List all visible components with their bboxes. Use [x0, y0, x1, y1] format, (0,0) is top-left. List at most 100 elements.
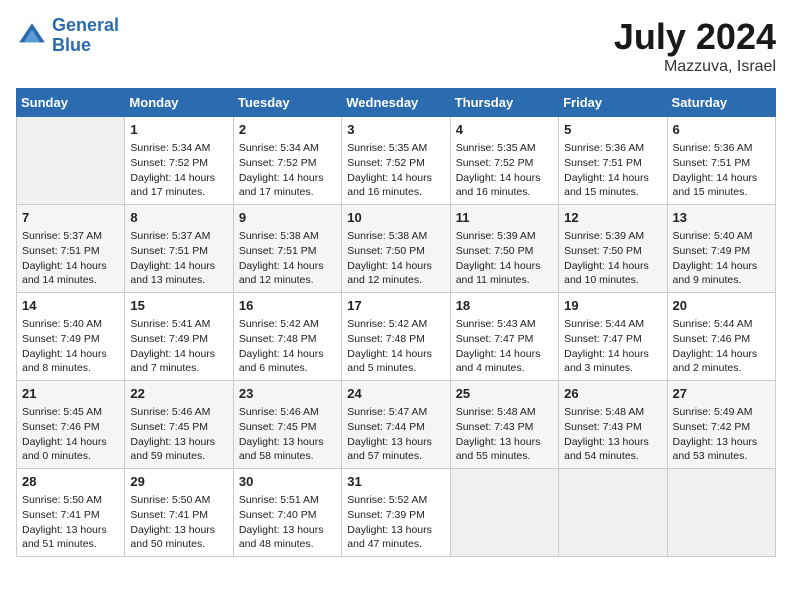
- day-info: Sunrise: 5:44 AM Sunset: 7:47 PM Dayligh…: [564, 317, 661, 376]
- logo-icon: [16, 20, 48, 52]
- weekday-row: SundayMondayTuesdayWednesdayThursdayFrid…: [17, 89, 776, 117]
- logo-line2: Blue: [52, 35, 91, 55]
- calendar-week-row: 14 Sunrise: 5:40 AM Sunset: 7:49 PM Dayli…: [17, 293, 776, 381]
- calendar-cell: 25 Sunrise: 5:48 AM Sunset: 7:43 PM Dayli…: [450, 381, 558, 469]
- day-number: 1: [130, 121, 227, 139]
- day-info: Sunrise: 5:42 AM Sunset: 7:48 PM Dayligh…: [347, 317, 444, 376]
- calendar-cell: 13Sunrise: 5:40 AM Sunset: 7:49 PM Dayli…: [667, 205, 775, 293]
- calendar-cell: 18Sunrise: 5:43 AM Sunset: 7:47 PM Dayli…: [450, 293, 558, 381]
- calendar-cell: 12 Sunrise: 5:39 AM Sunset: 7:50 PM Dayli…: [559, 205, 667, 293]
- calendar-cell: 26Sunrise: 5:48 AM Sunset: 7:43 PM Dayli…: [559, 381, 667, 469]
- day-number: 17: [347, 297, 444, 315]
- calendar-cell: 19Sunrise: 5:44 AM Sunset: 7:47 PM Dayli…: [559, 293, 667, 381]
- weekday-header: Sunday: [17, 89, 125, 117]
- day-info: Sunrise: 5:50 AM Sunset: 7:41 PM Dayligh…: [22, 493, 119, 552]
- calendar-cell: 31 Sunrise: 5:52 AM Sunset: 7:39 PM Dayli…: [342, 469, 450, 557]
- day-number: 24: [347, 385, 444, 403]
- day-info: Sunrise: 5:39 AM Sunset: 7:50 PM Dayligh…: [564, 229, 661, 288]
- day-number: 14: [22, 297, 119, 315]
- day-number: 25: [456, 385, 553, 403]
- calendar-cell: 16 Sunrise: 5:42 AM Sunset: 7:48 PM Dayli…: [233, 293, 341, 381]
- day-number: 6: [673, 121, 770, 139]
- calendar-cell: [667, 469, 775, 557]
- weekday-header: Friday: [559, 89, 667, 117]
- logo-text: General Blue: [52, 16, 119, 56]
- calendar-cell: 3 Sunrise: 5:35 AM Sunset: 7:52 PM Daylig…: [342, 117, 450, 205]
- calendar-cell: 5 Sunrise: 5:36 AM Sunset: 7:51 PM Daylig…: [559, 117, 667, 205]
- day-number: 10: [347, 209, 444, 227]
- calendar-header: SundayMondayTuesdayWednesdayThursdayFrid…: [17, 89, 776, 117]
- day-info: Sunrise: 5:45 AM Sunset: 7:46 PM Dayligh…: [22, 405, 119, 464]
- day-number: 30: [239, 473, 336, 491]
- day-number: 12: [564, 209, 661, 227]
- day-info: Sunrise: 5:38 AM Sunset: 7:51 PM Dayligh…: [239, 229, 336, 288]
- weekday-header: Monday: [125, 89, 233, 117]
- day-number: 21: [22, 385, 119, 403]
- day-info: Sunrise: 5:37 AM Sunset: 7:51 PM Dayligh…: [22, 229, 119, 288]
- calendar-cell: 20Sunrise: 5:44 AM Sunset: 7:46 PM Dayli…: [667, 293, 775, 381]
- day-number: 15: [130, 297, 227, 315]
- day-info: Sunrise: 5:37 AM Sunset: 7:51 PM Dayligh…: [130, 229, 227, 288]
- day-number: 26: [564, 385, 661, 403]
- calendar-cell: 17 Sunrise: 5:42 AM Sunset: 7:48 PM Dayli…: [342, 293, 450, 381]
- calendar-cell: [559, 469, 667, 557]
- day-info: Sunrise: 5:36 AM Sunset: 7:51 PM Dayligh…: [564, 141, 661, 200]
- day-info: Sunrise: 5:39 AM Sunset: 7:50 PM Dayligh…: [456, 229, 553, 288]
- day-number: 28: [22, 473, 119, 491]
- day-info: Sunrise: 5:40 AM Sunset: 7:49 PM Dayligh…: [673, 229, 770, 288]
- day-info: Sunrise: 5:42 AM Sunset: 7:48 PM Dayligh…: [239, 317, 336, 376]
- day-number: 18: [456, 297, 553, 315]
- day-number: 3: [347, 121, 444, 139]
- calendar-week-row: 1 Sunrise: 5:34 AM Sunset: 7:52 PM Daylig…: [17, 117, 776, 205]
- day-number: 5: [564, 121, 661, 139]
- day-info: Sunrise: 5:51 AM Sunset: 7:40 PM Dayligh…: [239, 493, 336, 552]
- day-number: 29: [130, 473, 227, 491]
- day-number: 4: [456, 121, 553, 139]
- calendar-week-row: 21 Sunrise: 5:45 AM Sunset: 7:46 PM Dayli…: [17, 381, 776, 469]
- day-info: Sunrise: 5:46 AM Sunset: 7:45 PM Dayligh…: [130, 405, 227, 464]
- calendar-cell: 30 Sunrise: 5:51 AM Sunset: 7:40 PM Dayli…: [233, 469, 341, 557]
- day-number: 11: [456, 209, 553, 227]
- weekday-header: Tuesday: [233, 89, 341, 117]
- location: Mazzuva, Israel: [614, 58, 776, 76]
- calendar-cell: 6 Sunrise: 5:36 AM Sunset: 7:51 PM Daylig…: [667, 117, 775, 205]
- calendar-week-row: 28 Sunrise: 5:50 AM Sunset: 7:41 PM Dayli…: [17, 469, 776, 557]
- calendar-cell: [450, 469, 558, 557]
- calendar-cell: 24 Sunrise: 5:47 AM Sunset: 7:44 PM Dayli…: [342, 381, 450, 469]
- calendar-cell: 27 Sunrise: 5:49 AM Sunset: 7:42 PM Dayli…: [667, 381, 775, 469]
- calendar-body: 1 Sunrise: 5:34 AM Sunset: 7:52 PM Daylig…: [17, 117, 776, 557]
- logo: General Blue: [16, 16, 119, 56]
- month-year: July 2024: [614, 16, 776, 58]
- day-number: 20: [673, 297, 770, 315]
- logo-line1: General: [52, 15, 119, 35]
- day-number: 31: [347, 473, 444, 491]
- day-number: 8: [130, 209, 227, 227]
- weekday-header: Saturday: [667, 89, 775, 117]
- day-number: 16: [239, 297, 336, 315]
- calendar-cell: 11 Sunrise: 5:39 AM Sunset: 7:50 PM Dayli…: [450, 205, 558, 293]
- weekday-header: Thursday: [450, 89, 558, 117]
- calendar-cell: 29 Sunrise: 5:50 AM Sunset: 7:41 PM Dayli…: [125, 469, 233, 557]
- day-number: 27: [673, 385, 770, 403]
- day-info: Sunrise: 5:46 AM Sunset: 7:45 PM Dayligh…: [239, 405, 336, 464]
- page-header: General Blue July 2024 Mazzuva, Israel: [16, 16, 776, 76]
- day-info: Sunrise: 5:47 AM Sunset: 7:44 PM Dayligh…: [347, 405, 444, 464]
- calendar-cell: 28 Sunrise: 5:50 AM Sunset: 7:41 PM Dayli…: [17, 469, 125, 557]
- day-info: Sunrise: 5:48 AM Sunset: 7:43 PM Dayligh…: [456, 405, 553, 464]
- calendar-cell: 10Sunrise: 5:38 AM Sunset: 7:50 PM Dayli…: [342, 205, 450, 293]
- day-info: Sunrise: 5:35 AM Sunset: 7:52 PM Dayligh…: [456, 141, 553, 200]
- day-info: Sunrise: 5:40 AM Sunset: 7:49 PM Dayligh…: [22, 317, 119, 376]
- calendar-cell: 2Sunrise: 5:34 AM Sunset: 7:52 PM Daylig…: [233, 117, 341, 205]
- day-info: Sunrise: 5:36 AM Sunset: 7:51 PM Dayligh…: [673, 141, 770, 200]
- calendar-cell: 23 Sunrise: 5:46 AM Sunset: 7:45 PM Dayli…: [233, 381, 341, 469]
- day-info: Sunrise: 5:50 AM Sunset: 7:41 PM Dayligh…: [130, 493, 227, 552]
- day-info: Sunrise: 5:34 AM Sunset: 7:52 PM Dayligh…: [130, 141, 227, 200]
- day-info: Sunrise: 5:49 AM Sunset: 7:42 PM Dayligh…: [673, 405, 770, 464]
- calendar-cell: [17, 117, 125, 205]
- day-number: 23: [239, 385, 336, 403]
- day-info: Sunrise: 5:35 AM Sunset: 7:52 PM Dayligh…: [347, 141, 444, 200]
- day-number: 22: [130, 385, 227, 403]
- calendar-week-row: 7 Sunrise: 5:37 AM Sunset: 7:51 PM Daylig…: [17, 205, 776, 293]
- day-number: 7: [22, 209, 119, 227]
- day-info: Sunrise: 5:52 AM Sunset: 7:39 PM Dayligh…: [347, 493, 444, 552]
